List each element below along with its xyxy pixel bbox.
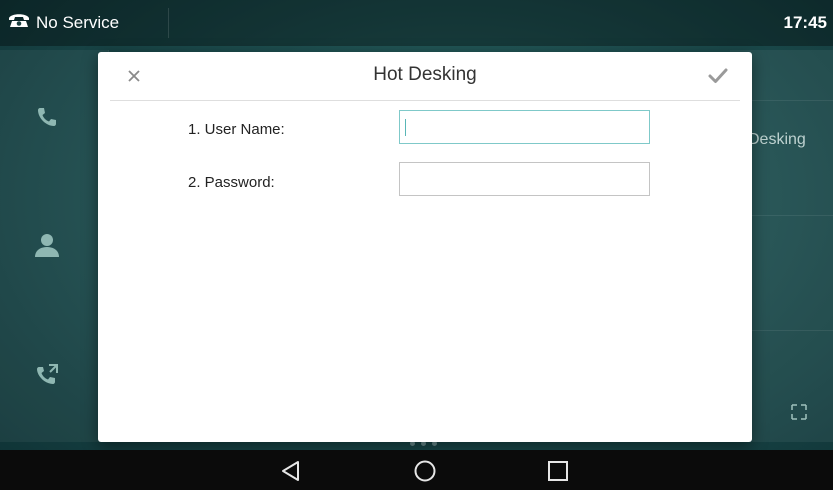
recent-apps-icon[interactable]: [545, 458, 571, 484]
service-text: No Service: [36, 12, 120, 32]
password-label: 2. Password:: [188, 174, 275, 191]
dialog-title: Hot Desking: [373, 64, 477, 85]
page-dot: [432, 441, 437, 446]
password-input[interactable]: [399, 162, 650, 196]
telephone-icon: [8, 12, 36, 33]
user-name-label: 1. User Name:: [188, 121, 285, 138]
left-shortcut-panel: [0, 50, 109, 442]
page-dot: [421, 441, 426, 446]
back-icon[interactable]: [278, 458, 304, 484]
status-bar: No Service 17:45: [0, 0, 833, 46]
handset-icon[interactable]: [32, 102, 62, 132]
hot-desking-dialog: Hot Desking 1. User Name: 2. Password:: [98, 52, 752, 442]
service-status: No Service: [8, 12, 119, 33]
contact-icon[interactable]: [32, 230, 62, 260]
navigation-bar: [0, 450, 833, 490]
page-dot: [410, 441, 415, 446]
checkmark-icon[interactable]: [706, 64, 730, 88]
user-name-input[interactable]: [399, 110, 650, 144]
background-hot-desking-label[interactable]: Desking: [748, 131, 806, 149]
home-screen: No Service 17:45 Desking Hot Desking 1. …: [0, 0, 833, 490]
page-indicator: [410, 441, 437, 446]
text-cursor: [405, 119, 406, 136]
home-icon[interactable]: [412, 458, 438, 484]
expand-icon[interactable]: [790, 403, 808, 421]
clock: 17:45: [783, 13, 827, 32]
dialog-divider: [110, 100, 740, 101]
status-divider: [168, 8, 169, 38]
call-forward-icon[interactable]: [32, 360, 62, 390]
dialog-header: Hot Desking: [98, 52, 752, 100]
